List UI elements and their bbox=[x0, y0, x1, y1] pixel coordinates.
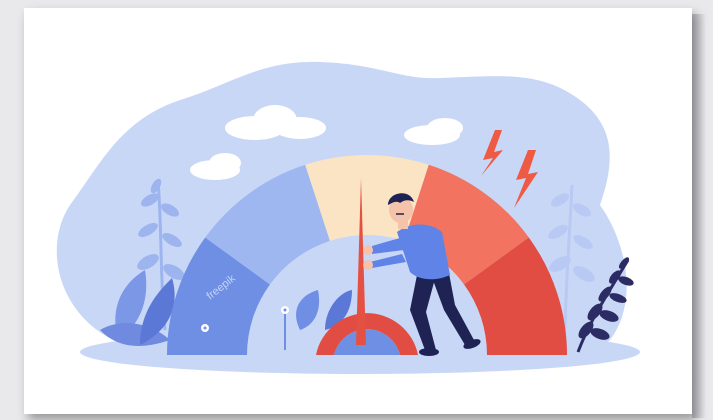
stress-gauge-illustration: freepik bbox=[56, 61, 640, 374]
